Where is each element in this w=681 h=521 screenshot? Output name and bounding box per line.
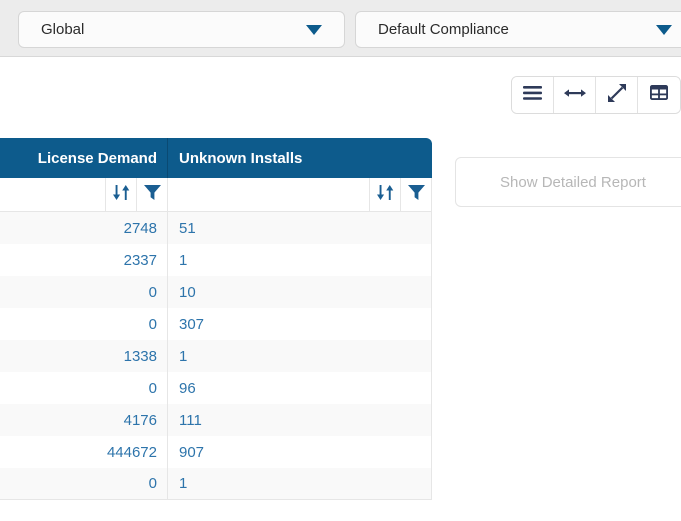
cell-license-demand: 0 bbox=[0, 372, 168, 404]
cell-license-demand: 4176 bbox=[0, 404, 168, 436]
cell-license-demand: 1338 bbox=[0, 340, 168, 372]
cell-unknown-installs: 1 bbox=[179, 251, 188, 269]
sort-icon bbox=[376, 184, 394, 205]
filter-funnel-icon bbox=[143, 184, 161, 205]
table-row[interactable]: 0 96 bbox=[0, 372, 432, 404]
cell-unknown-installs: 10 bbox=[179, 283, 196, 301]
sort-icon bbox=[112, 184, 130, 205]
list-view-button[interactable] bbox=[512, 77, 554, 113]
cell-license-demand: 0 bbox=[0, 308, 168, 340]
cell-license-demand: 444672 bbox=[0, 436, 168, 468]
filter-button-license-demand[interactable] bbox=[136, 178, 167, 211]
scope-dropdown-value: Global bbox=[41, 21, 85, 38]
sort-button-unknown-installs[interactable] bbox=[369, 178, 400, 211]
grid-view-icon bbox=[649, 84, 669, 105]
cell-license-demand: 0 bbox=[0, 468, 168, 499]
cell-unknown-installs: 307 bbox=[179, 315, 205, 333]
view-toolbar bbox=[511, 76, 681, 114]
compliance-dropdown[interactable]: Default Compliance bbox=[355, 11, 681, 48]
filter-funnel-icon bbox=[407, 184, 425, 205]
sort-button-license-demand[interactable] bbox=[105, 178, 136, 211]
grid-filter-row bbox=[0, 178, 432, 212]
grid-view-button[interactable] bbox=[638, 77, 680, 113]
cell-unknown-installs: 1 bbox=[179, 475, 188, 492]
table-row[interactable]: 2748 51 bbox=[0, 212, 432, 244]
cell-unknown-installs: 51 bbox=[179, 219, 196, 237]
filter-cell-license-demand bbox=[0, 178, 168, 211]
expand-diagonal-icon bbox=[607, 83, 626, 107]
cell-license-demand: 2748 bbox=[0, 212, 168, 244]
filter-button-unknown-installs[interactable] bbox=[400, 178, 431, 211]
grid-header-row: License Demand Unknown Installs bbox=[0, 138, 432, 178]
table-row[interactable]: 4176 111 bbox=[0, 404, 432, 436]
fit-width-button[interactable] bbox=[554, 77, 596, 113]
show-detailed-report-button[interactable]: Show Detailed Report bbox=[455, 157, 681, 207]
cell-license-demand: 2337 bbox=[0, 244, 168, 276]
list-view-icon bbox=[523, 85, 542, 105]
column-header-license-demand[interactable]: License Demand bbox=[0, 138, 168, 178]
filter-cell-unknown-installs bbox=[168, 178, 431, 211]
cell-unknown-installs: 111 bbox=[179, 411, 202, 429]
table-row[interactable]: 0 1 bbox=[0, 468, 432, 500]
cell-unknown-installs: 907 bbox=[179, 443, 205, 461]
top-filter-bar: Global Default Compliance bbox=[0, 0, 681, 57]
expand-diagonal-button[interactable] bbox=[596, 77, 638, 113]
cell-unknown-installs: 96 bbox=[179, 379, 196, 397]
fit-width-icon bbox=[563, 86, 586, 104]
table-row[interactable]: 0 307 bbox=[0, 308, 432, 340]
table-row[interactable]: 444672 907 bbox=[0, 436, 432, 468]
compliance-dropdown-value: Default Compliance bbox=[378, 21, 509, 38]
scope-dropdown[interactable]: Global bbox=[18, 11, 345, 48]
cell-unknown-installs: 1 bbox=[179, 347, 188, 365]
table-row[interactable]: 2337 1 bbox=[0, 244, 432, 276]
license-data-grid: License Demand Unknown Installs 2748 51 … bbox=[0, 138, 432, 500]
table-row[interactable]: 0 10 bbox=[0, 276, 432, 308]
table-row[interactable]: 1338 1 bbox=[0, 340, 432, 372]
cell-license-demand: 0 bbox=[0, 276, 168, 308]
chevron-down-icon bbox=[306, 24, 322, 35]
column-header-unknown-installs[interactable]: Unknown Installs bbox=[168, 138, 432, 178]
chevron-down-icon bbox=[656, 24, 672, 35]
